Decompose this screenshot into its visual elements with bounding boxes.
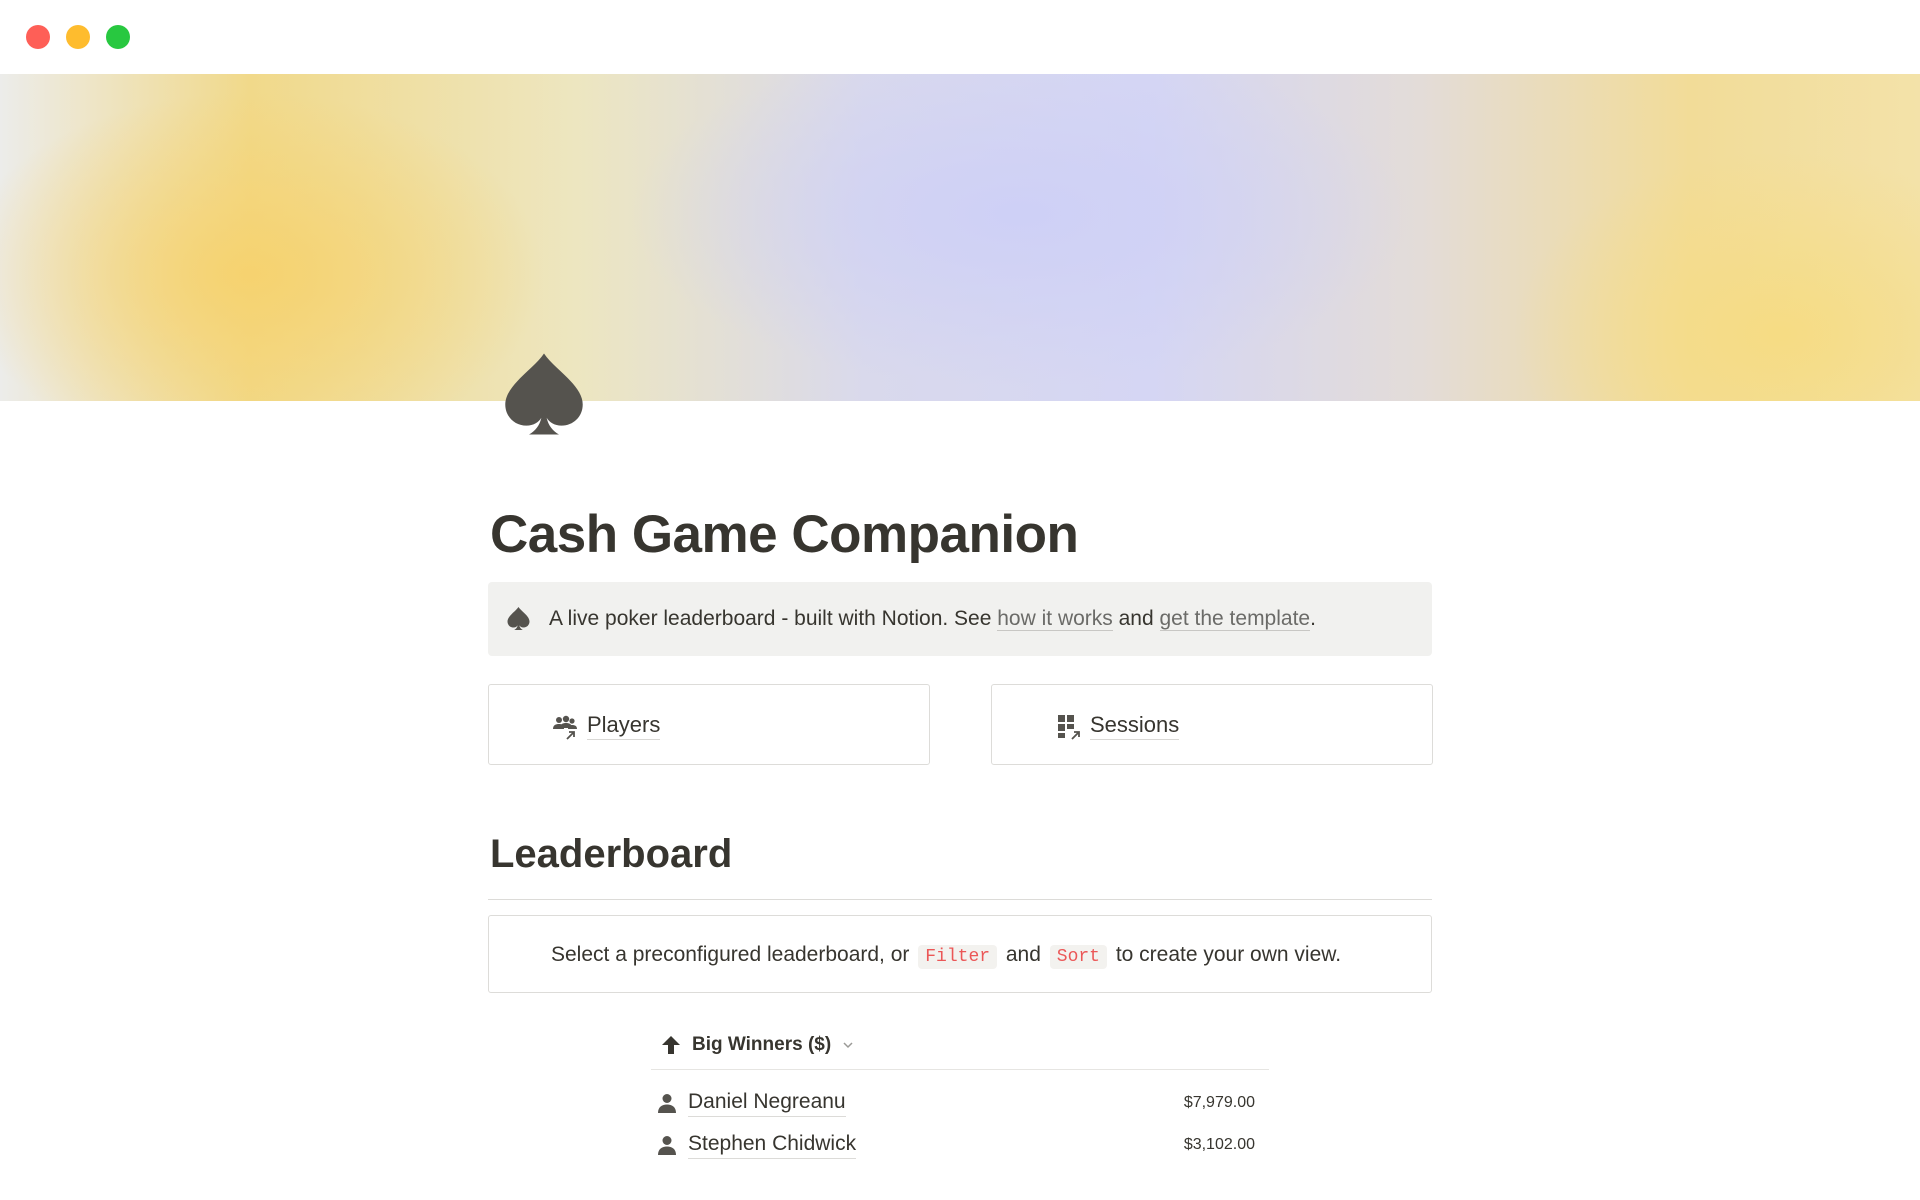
hint-text-before: Select a preconfigured leaderboard, or bbox=[551, 943, 916, 966]
player-amount: $7,979.00 bbox=[1183, 1094, 1255, 1111]
view-selector-label: Big Winners ($) bbox=[692, 1034, 832, 1055]
leaderboard-hint-text: Select a preconfigured leaderboard, or F… bbox=[551, 940, 1341, 972]
hint-text-after: to create your own view. bbox=[1109, 943, 1342, 966]
people-link-icon bbox=[550, 713, 578, 741]
sessions-link-label: Sessions bbox=[1090, 711, 1180, 740]
callout-text: A live poker leaderboard - built with No… bbox=[549, 605, 1316, 633]
leaderboard-heading[interactable]: Leaderboard bbox=[490, 828, 732, 880]
view-divider bbox=[651, 1069, 1269, 1070]
arrow-up-icon bbox=[660, 1034, 682, 1056]
spade-icon[interactable] bbox=[500, 350, 588, 438]
player-name[interactable]: Stephen Chidwick bbox=[688, 1130, 857, 1159]
callout-text-after: . bbox=[1310, 607, 1316, 630]
page-cover-image bbox=[0, 74, 1920, 401]
person-icon bbox=[656, 1134, 678, 1156]
section-divider bbox=[488, 899, 1432, 900]
player-name[interactable]: Daniel Negreanu bbox=[688, 1088, 846, 1117]
title-bar bbox=[0, 0, 1920, 74]
callout-block: A live poker leaderboard - built with No… bbox=[488, 582, 1432, 656]
player-amount: $3,102.00 bbox=[1183, 1136, 1255, 1153]
get-template-link[interactable]: get the template bbox=[1159, 607, 1311, 631]
sessions-link-card[interactable]: Sessions bbox=[991, 684, 1433, 765]
players-link-card[interactable]: Players bbox=[488, 684, 930, 765]
view-selector-big-winners[interactable]: Big Winners ($) bbox=[660, 1030, 855, 1060]
callout-text-before: A live poker leaderboard - built with No… bbox=[549, 607, 998, 630]
list-item[interactable]: Daniel Negreanu $7,979.00 bbox=[651, 1084, 1269, 1126]
list-item[interactable]: Stephen Chidwick $3,102.00 bbox=[651, 1126, 1269, 1168]
sort-code: Sort bbox=[1049, 945, 1107, 969]
grid-link-icon bbox=[1056, 713, 1084, 741]
leaderboard-list: Daniel Negreanu $7,979.00 Stephen Chidwi… bbox=[651, 1084, 1269, 1168]
how-it-works-link[interactable]: how it works bbox=[997, 607, 1113, 631]
players-link-label: Players bbox=[587, 711, 661, 740]
app-window: Cash Game Companion A live poker leaderb… bbox=[0, 0, 1920, 1200]
spade-icon[interactable] bbox=[506, 606, 531, 631]
page-title[interactable]: Cash Game Companion bbox=[490, 500, 1079, 570]
filter-code: Filter bbox=[918, 945, 998, 969]
maximize-window-button[interactable] bbox=[106, 25, 130, 49]
leaderboard-hint-block: Select a preconfigured leaderboard, or F… bbox=[488, 915, 1432, 993]
callout-text-middle: and bbox=[1112, 607, 1160, 630]
person-icon bbox=[656, 1092, 678, 1114]
chevron-down-icon bbox=[841, 1038, 855, 1052]
close-window-button[interactable] bbox=[26, 25, 50, 49]
hint-text-and: and bbox=[1000, 943, 1047, 966]
minimize-window-button[interactable] bbox=[66, 25, 90, 49]
